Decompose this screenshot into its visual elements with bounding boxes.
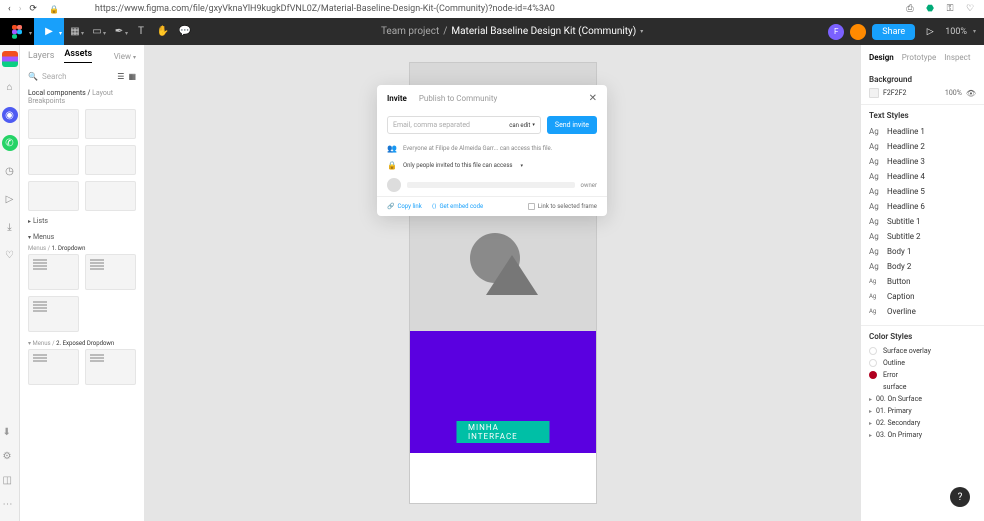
modal-backdrop: Invite Publish to Community ✕ Email, com… [0,0,984,521]
modal-tab-publish[interactable]: Publish to Community [419,94,497,103]
user-row: owner [377,174,607,196]
people-icon: 👥 [387,144,397,153]
link-frame-checkbox[interactable]: Link to selected frame [528,203,597,210]
send-invite-button[interactable]: Send invite [547,116,597,134]
code-icon: ⟨⟩ [432,203,437,210]
chevron-down-icon[interactable]: ▾ [521,163,524,169]
email-placeholder: Email, comma separated [393,121,470,129]
close-icon[interactable]: ✕ [589,93,597,104]
file-access-row[interactable]: 🔒 Only people invited to this file can a… [377,157,607,174]
invite-row: Email, comma separated can edit ▾ Send i… [377,110,607,140]
file-access-text: Only people invited to this file can acc… [403,162,513,169]
user-name-redacted [407,182,575,188]
email-input[interactable]: Email, comma separated can edit ▾ [387,116,541,134]
user-avatar [387,178,401,192]
org-access-text: Everyone at Filipe de Almeida Garr... ca… [403,145,552,152]
lock-icon: 🔒 [387,161,397,170]
user-role: owner [581,182,597,189]
link-icon: 🔗 [387,203,394,210]
modal-tab-invite[interactable]: Invite [387,94,407,103]
link-frame-label: Link to selected frame [538,203,597,210]
modal-footer: 🔗Copy link ⟨⟩Get embed code Link to sele… [377,196,607,216]
permission-select[interactable]: can edit ▾ [509,122,535,129]
embed-button[interactable]: ⟨⟩Get embed code [432,203,483,210]
copy-link-button[interactable]: 🔗Copy link [387,203,422,210]
org-access-row: 👥 Everyone at Filipe de Almeida Garr... … [377,140,607,157]
modal-header: Invite Publish to Community ✕ [377,85,607,110]
help-button[interactable]: ? [950,487,970,507]
share-modal: Invite Publish to Community ✕ Email, com… [377,85,607,216]
checkbox[interactable] [528,203,535,210]
